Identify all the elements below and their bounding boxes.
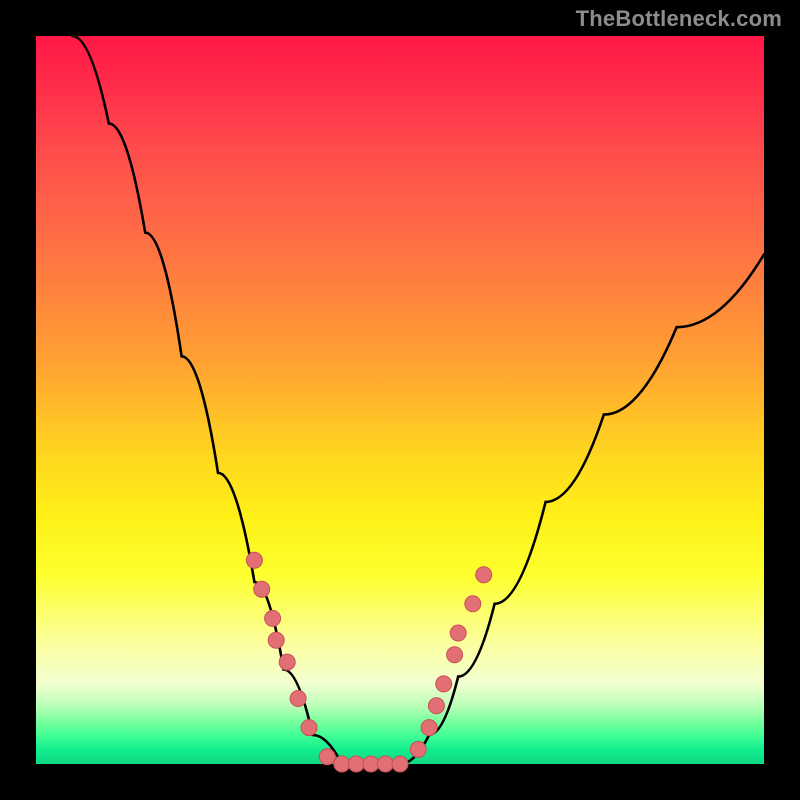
data-marker	[268, 632, 284, 648]
data-marker	[319, 749, 335, 765]
data-marker	[279, 654, 295, 670]
data-markers-group	[246, 552, 491, 772]
data-marker	[436, 676, 452, 692]
plot-area	[36, 36, 764, 764]
data-marker	[465, 596, 481, 612]
data-marker	[254, 581, 270, 597]
data-marker	[363, 756, 379, 772]
data-marker	[290, 691, 306, 707]
data-marker	[334, 756, 350, 772]
data-marker	[377, 756, 393, 772]
data-marker	[447, 647, 463, 663]
data-marker	[450, 625, 466, 641]
plot-svg	[36, 36, 764, 764]
watermark-text: TheBottleneck.com	[576, 6, 782, 32]
chart-container: TheBottleneck.com	[0, 0, 800, 800]
data-marker	[428, 698, 444, 714]
data-marker	[246, 552, 262, 568]
data-marker	[421, 720, 437, 736]
data-marker	[348, 756, 364, 772]
bottleneck-curve-path	[72, 36, 764, 764]
data-marker	[301, 720, 317, 736]
data-marker	[476, 567, 492, 583]
data-marker	[392, 756, 408, 772]
data-marker	[410, 741, 426, 757]
data-marker	[265, 610, 281, 626]
